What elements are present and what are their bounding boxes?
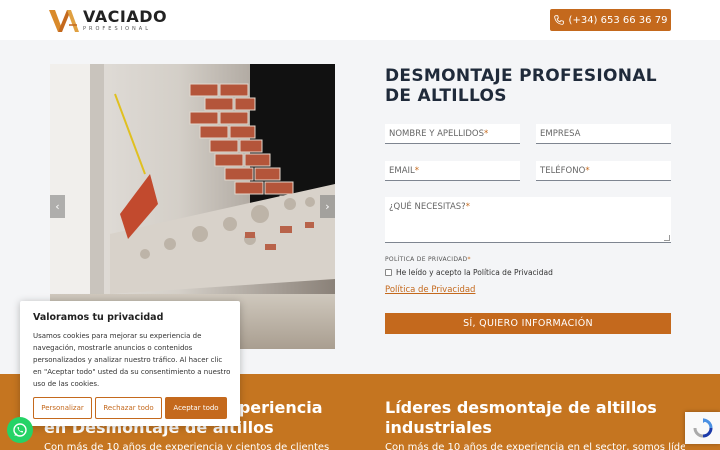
- required-mark: *: [484, 129, 489, 139]
- recaptcha-icon: [693, 418, 712, 438]
- submit-button[interactable]: SÍ, QUIERO INFORMACIÓN: [385, 313, 671, 334]
- privacy-label-text: POLÍTICA DE PRIVACIDAD: [385, 256, 468, 263]
- required-mark: *: [585, 166, 590, 176]
- recaptcha-badge[interactable]: [685, 412, 720, 444]
- resize-handle[interactable]: [664, 235, 670, 241]
- cookie-text: Usamos cookies para mejorar su experienc…: [33, 332, 231, 388]
- privacy-consent[interactable]: He leído y acepto la Política de Privaci…: [385, 268, 553, 277]
- needs-placeholder: ¿QUÉ NECESITAS?: [389, 202, 466, 212]
- chevron-left-icon: ‹: [55, 200, 60, 213]
- slider-prev-button[interactable]: ‹: [50, 195, 65, 218]
- needs-textarea[interactable]: ¿QUÉ NECESITAS?*: [385, 197, 671, 243]
- email-field[interactable]: EMAIL*: [385, 161, 520, 181]
- phone-icon: [553, 15, 564, 25]
- slider-next-button[interactable]: ›: [320, 195, 335, 218]
- leaders-text: Con más de 10 años de experiencia en el …: [385, 442, 685, 450]
- logo-mark-icon: [49, 9, 79, 32]
- privacy-policy-link[interactable]: Política de Privacidad: [385, 285, 475, 295]
- cookie-customize-button[interactable]: Personalizar: [33, 397, 92, 419]
- cookie-banner: Valoramos tu privacidad Usamos cookies p…: [20, 301, 240, 426]
- phone-placeholder: TELÉFONO: [540, 166, 586, 176]
- logo-tagline: PROFESIONAL: [83, 26, 151, 32]
- phone-field[interactable]: TELÉFONO*: [536, 161, 671, 181]
- required-mark: *: [414, 166, 420, 176]
- form-title: DESMONTAJE PROFESIONAL DE ALTILLOS: [385, 66, 657, 106]
- site-header: VACIADO PROFESIONAL (+34) 653 66 36 79: [0, 0, 720, 40]
- name-placeholder: NOMBRE Y APELLIDOS: [389, 129, 485, 139]
- privacy-checkbox[interactable]: [385, 269, 392, 276]
- whatsapp-button[interactable]: [7, 417, 33, 443]
- experience-text: Con más de 10 años de experiencia y cien…: [44, 442, 330, 450]
- logo[interactable]: VACIADO PROFESIONAL: [49, 9, 167, 32]
- cookie-accept-button[interactable]: Aceptar todo: [165, 397, 227, 419]
- required-mark: *: [467, 256, 471, 263]
- company-placeholder: EMPRESA: [540, 129, 581, 139]
- privacy-checkbox-label: He leído y acepto la Política de Privaci…: [396, 268, 553, 277]
- cookie-title: Valoramos tu privacidad: [33, 312, 164, 323]
- logo-name: VACIADO: [83, 7, 168, 26]
- cookie-reject-button[interactable]: Rechazar todo: [95, 397, 162, 419]
- phone-number: (+34) 653 66 36 79: [568, 14, 668, 26]
- leaders-heading: Líderes desmontaje de altillos industria…: [385, 398, 657, 437]
- required-mark: *: [465, 202, 470, 212]
- phone-button[interactable]: (+34) 653 66 36 79: [550, 9, 671, 31]
- whatsapp-icon: [13, 423, 27, 437]
- privacy-label: POLÍTICA DE PRIVACIDAD*: [385, 256, 471, 263]
- chevron-right-icon: ›: [325, 200, 330, 213]
- email-placeholder: EMAIL: [389, 166, 415, 176]
- name-field[interactable]: NOMBRE Y APELLIDOS*: [385, 124, 520, 144]
- company-field[interactable]: EMPRESA: [536, 124, 671, 144]
